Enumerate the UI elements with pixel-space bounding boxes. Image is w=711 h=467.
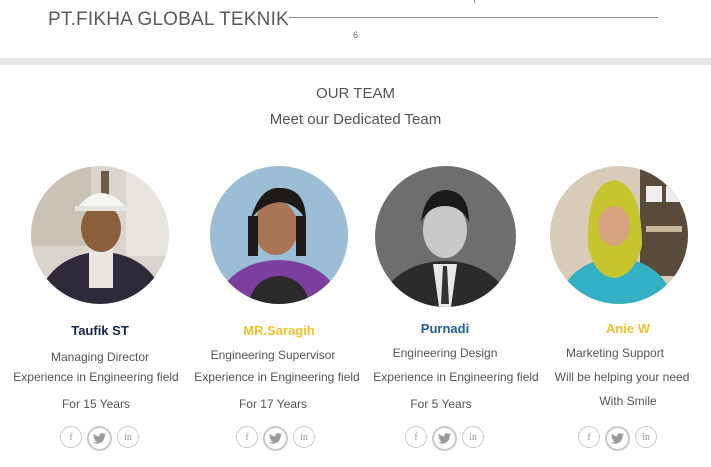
page-number: 6 <box>353 30 359 40</box>
twitter-icon[interactable] <box>605 426 630 451</box>
member-experience: Experience in Engineering field <box>373 370 539 384</box>
member-name: Anie W <box>605 321 651 336</box>
member-role: Engineering Supervisor <box>210 348 336 362</box>
member-name: Purnadi <box>420 321 470 336</box>
facebook-icon[interactable]: f <box>405 426 427 448</box>
social-links: f in <box>578 426 657 451</box>
member-years: For 17 Years <box>238 397 308 411</box>
avatar-saragih <box>210 166 348 304</box>
header: PT.FIKHA GLOBAL TEKNIK 6 <box>0 0 711 58</box>
header-rule <box>289 17 658 18</box>
member-years: For 5 Years <box>410 397 472 411</box>
twitter-icon[interactable] <box>432 426 457 451</box>
social-links: f in <box>60 426 139 451</box>
social-links: f in <box>405 426 484 451</box>
section-subtitle: Meet our Dedicated Team <box>269 111 442 128</box>
avatar-purnadi <box>375 166 516 307</box>
member-role: Managing Director <box>50 350 150 364</box>
linkedin-icon[interactable]: in <box>293 426 315 448</box>
facebook-icon[interactable]: f <box>236 426 258 448</box>
linkedin-icon[interactable]: in <box>635 426 657 448</box>
facebook-icon[interactable]: f <box>60 426 82 448</box>
member-years: With Smile <box>599 394 657 408</box>
member-experience: Experience in Engineering field <box>13 370 179 384</box>
member-name: MR.Saragih <box>243 323 315 338</box>
linkedin-icon[interactable]: in <box>117 426 139 448</box>
member-years: For 15 Years <box>61 397 131 411</box>
avatar-anie <box>550 166 688 304</box>
member-name: Taufik ST <box>71 323 129 338</box>
twitter-icon[interactable] <box>263 426 288 451</box>
twitter-icon[interactable] <box>87 426 112 451</box>
header-rule-tick <box>474 0 475 3</box>
avatar-taufik <box>31 166 169 304</box>
member-experience: Experience in Engineering field <box>194 370 360 384</box>
member-role: Engineering Design <box>392 346 498 360</box>
member-role: Marketing Support <box>565 346 665 360</box>
section-title: OUR TEAM <box>316 85 395 102</box>
social-links: f in <box>236 426 315 451</box>
brand-title: PT.FIKHA GLOBAL TEKNIK <box>48 9 289 30</box>
facebook-icon[interactable]: f <box>578 426 600 448</box>
divider-band <box>0 58 711 65</box>
member-experience: Will be helping your need <box>554 370 690 384</box>
linkedin-icon[interactable]: in <box>462 426 484 448</box>
